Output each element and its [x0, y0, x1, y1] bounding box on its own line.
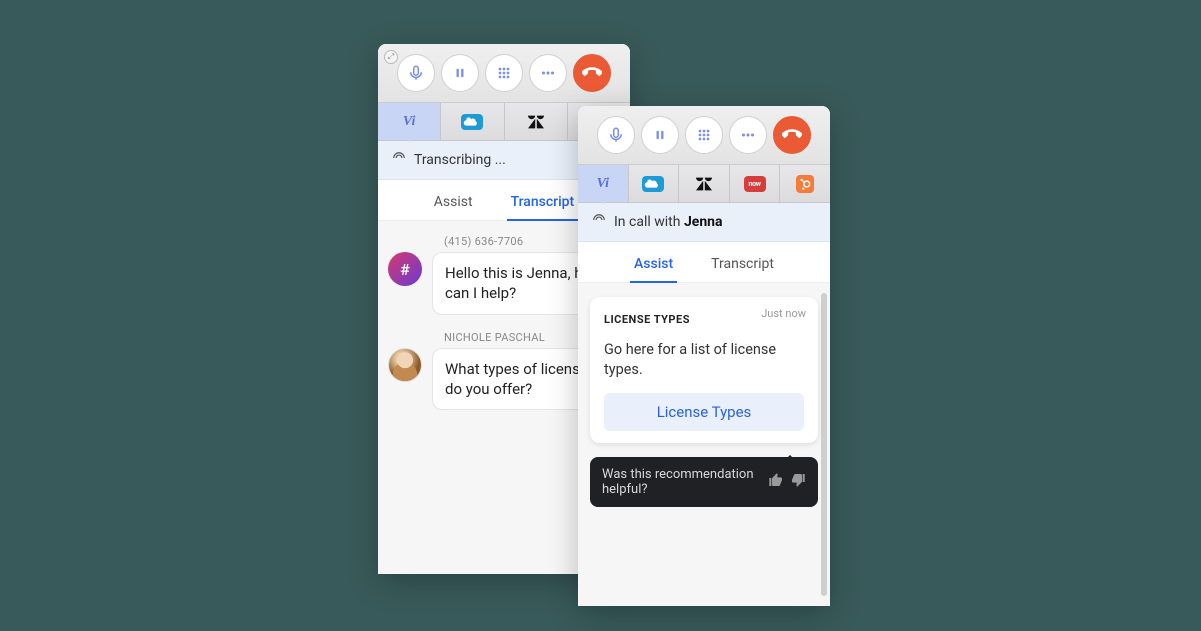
- dialpad-button[interactable]: [685, 116, 723, 154]
- mute-button[interactable]: [597, 116, 635, 154]
- vi-label: Vi: [597, 176, 609, 192]
- avatar-user-icon: [388, 348, 422, 382]
- card-body: Go here for a list of license types.: [604, 340, 804, 379]
- hangup-button[interactable]: [773, 116, 811, 154]
- integration-tab-servicenow[interactable]: now: [730, 165, 781, 202]
- status-text: In call with Jenna: [614, 214, 723, 230]
- servicenow-icon: now: [744, 176, 766, 192]
- more-button[interactable]: [729, 116, 767, 154]
- call-controls-bar: ⤢: [378, 44, 630, 103]
- status-row: In call with Jenna: [578, 203, 830, 242]
- integration-tab-hubspot[interactable]: [780, 165, 830, 202]
- mute-button[interactable]: [397, 54, 435, 92]
- dialpad-button[interactable]: [485, 54, 523, 92]
- call-panel-assist: Vi now In call with Jenna Assist Transcr…: [578, 106, 830, 606]
- integration-tab-vi[interactable]: Vi: [578, 165, 629, 202]
- more-button[interactable]: [529, 54, 567, 92]
- tab-assist[interactable]: Assist: [430, 188, 477, 220]
- salesforce-icon: [461, 114, 483, 130]
- integration-tab-salesforce[interactable]: [441, 103, 504, 140]
- status-text: Transcribing ...: [414, 152, 506, 168]
- feedback-tooltip: Was this recommendation helpful?: [590, 457, 818, 507]
- hold-button[interactable]: [641, 116, 679, 154]
- integration-tab-zendesk[interactable]: [679, 165, 730, 202]
- integration-tab-salesforce[interactable]: [629, 165, 680, 202]
- thumbs-down-icon[interactable]: [790, 472, 806, 492]
- hubspot-icon: [796, 175, 814, 193]
- feedback-text: Was this recommendation helpful?: [602, 467, 768, 497]
- call-controls-bar: [578, 106, 830, 165]
- hold-button[interactable]: [441, 54, 479, 92]
- salesforce-icon: [642, 176, 664, 192]
- integration-tab-zendesk[interactable]: [505, 103, 568, 140]
- vi-label: Vi: [403, 114, 415, 130]
- recommendation-card: Just now LICENSE TYPES Go here for a lis…: [590, 297, 818, 443]
- tab-transcript[interactable]: Transcript: [507, 188, 579, 220]
- avatar-system-icon: #: [388, 252, 422, 286]
- tab-assist[interactable]: Assist: [630, 250, 677, 282]
- scrollbar[interactable]: [821, 293, 827, 596]
- thumbs-up-icon[interactable]: [768, 472, 784, 492]
- popout-icon[interactable]: ⤢: [384, 50, 398, 64]
- integrations-bar: Vi now: [578, 165, 830, 203]
- card-link-button[interactable]: License Types: [604, 393, 804, 431]
- tab-transcript[interactable]: Transcript: [707, 250, 778, 282]
- assist-body: Just now LICENSE TYPES Go here for a lis…: [578, 283, 830, 606]
- zendesk-icon: [526, 114, 546, 130]
- call-icon: [592, 213, 606, 231]
- transcribe-icon: [392, 151, 406, 169]
- integration-tab-vi[interactable]: Vi: [378, 103, 441, 140]
- view-tabs: Assist Transcript: [578, 242, 830, 283]
- card-timestamp: Just now: [761, 307, 806, 320]
- zendesk-icon: [694, 176, 714, 192]
- hangup-button[interactable]: [573, 54, 611, 92]
